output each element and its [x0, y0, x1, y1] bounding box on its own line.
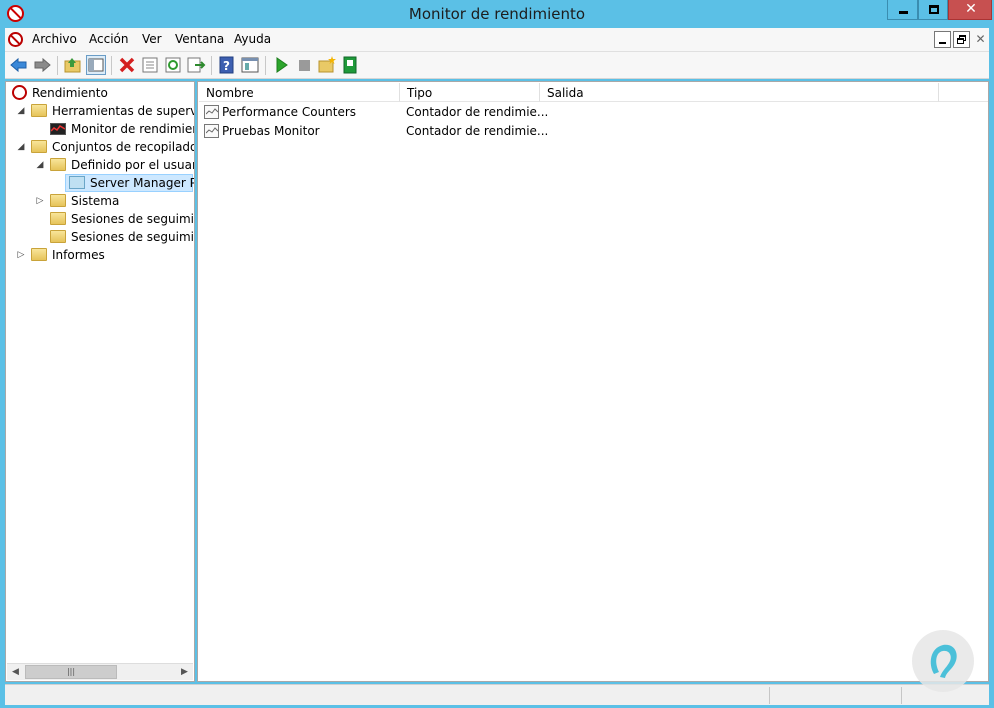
monitor-graph-icon — [50, 123, 66, 135]
svg-text:?: ? — [223, 59, 230, 73]
child-minimize-button[interactable] — [934, 31, 951, 48]
export-list-icon[interactable] — [186, 55, 206, 75]
menu-bar: Archivo Acción Ver Ventana Ayuda ✕ — [5, 28, 989, 52]
green-book-icon[interactable] — [340, 55, 360, 75]
folder-icon — [31, 140, 47, 153]
collapse-arrow-icon[interactable]: ◢ — [16, 102, 26, 120]
reports-folder-icon — [31, 248, 47, 261]
collapse-arrow-icon[interactable]: ◢ — [16, 138, 26, 156]
menu-archivo[interactable]: Archivo — [32, 32, 77, 46]
performance-icon — [12, 85, 27, 100]
scroll-thumb[interactable]: ||| — [25, 665, 117, 679]
horizontal-scrollbar[interactable]: ◀ ||| ▶ — [7, 663, 193, 680]
close-icon: ✕ — [965, 1, 977, 17]
status-bar — [5, 684, 989, 705]
stop-icon[interactable] — [294, 55, 314, 75]
trace-folder-icon — [50, 230, 66, 243]
collapse-arrow-icon[interactable]: ◢ — [35, 156, 45, 174]
tree-item-informes[interactable]: ▷ Informes — [9, 246, 194, 264]
folder-icon — [31, 104, 47, 117]
tree-item-sesiones-1[interactable]: Sesiones de seguimiento — [9, 210, 194, 228]
main-window: Monitor de rendimiento ✕ Archivo Acción … — [0, 0, 994, 708]
navigation-tree[interactable]: Rendimiento ◢ Herramientas de supervisió… — [5, 81, 195, 682]
column-header-nombre[interactable]: Nombre — [199, 83, 400, 102]
data-collector-icon — [204, 124, 219, 138]
new-collector-icon[interactable] — [317, 55, 337, 75]
minimize-icon — [939, 42, 946, 44]
row-name: Pruebas Monitor — [222, 124, 320, 138]
menu-ventana[interactable]: Ventana — [175, 32, 224, 46]
expand-arrow-icon[interactable]: ▷ — [16, 246, 26, 264]
view-pane-icon[interactable] — [240, 55, 260, 75]
delete-icon[interactable] — [117, 55, 137, 75]
row-name: Performance Counters — [222, 105, 357, 119]
tree-item-definido-usuario[interactable]: ◢ Definido por el usuario — [9, 156, 194, 174]
properties-icon[interactable] — [140, 55, 160, 75]
tree-item-sistema[interactable]: ▷ Sistema — [9, 192, 194, 210]
column-header-salida[interactable]: Salida — [540, 83, 939, 102]
row-type: Contador de rendimie... — [406, 124, 549, 138]
scroll-right-arrow-icon[interactable]: ▶ — [176, 664, 193, 680]
watermark-logo-icon — [912, 630, 974, 692]
menu-ayuda[interactable]: Ayuda — [234, 32, 271, 46]
close-button[interactable]: ✕ — [948, 0, 992, 20]
tree-item-server-manager[interactable]: Server Manager Performance — [9, 174, 194, 192]
column-header-empty — [939, 83, 988, 102]
menu-accion[interactable]: Acción — [89, 32, 128, 46]
tree-item-herramientas[interactable]: ◢ Herramientas de supervisión — [9, 102, 194, 120]
expand-arrow-icon[interactable]: ▷ — [35, 192, 45, 210]
menu-ver[interactable]: Ver — [142, 32, 162, 46]
list-item[interactable]: Performance Counters Contador de rendimi… — [199, 103, 987, 122]
toolbar: ? — [5, 52, 989, 79]
system-folder-icon — [50, 194, 66, 207]
list-item[interactable]: Pruebas Monitor Contador de rendimie... — [199, 122, 987, 141]
minimize-button[interactable] — [887, 0, 918, 20]
tree-item-conjuntos[interactable]: ◢ Conjuntos de recopiladores — [9, 138, 194, 156]
maximize-button[interactable] — [918, 0, 948, 20]
user-folder-icon — [50, 158, 66, 171]
window-title: Monitor de rendimiento — [408, 5, 586, 23]
tree-item-rendimiento[interactable]: Rendimiento — [9, 84, 194, 102]
up-folder-icon[interactable] — [63, 55, 83, 75]
tree-item-sesiones-2[interactable]: Sesiones de seguimiento — [9, 228, 194, 246]
system-menu-icon[interactable] — [8, 32, 23, 47]
help-icon[interactable]: ? — [217, 55, 237, 75]
start-play-icon[interactable] — [271, 55, 291, 75]
child-close-button[interactable]: ✕ — [972, 31, 989, 48]
minimize-icon — [899, 11, 908, 14]
title-bar[interactable]: Monitor de rendimiento ✕ — [0, 0, 994, 28]
tree-item-monitor[interactable]: Monitor de rendimiento — [9, 120, 194, 138]
collector-set-icon — [69, 176, 85, 189]
results-list[interactable]: Nombre Tipo Salida Performance Counters … — [197, 81, 989, 682]
row-type: Contador de rendimie... — [406, 105, 549, 119]
child-restore-button[interactable] — [953, 31, 970, 48]
scroll-left-arrow-icon[interactable]: ◀ — [7, 664, 24, 680]
show-hide-tree-icon[interactable] — [86, 55, 106, 75]
data-collector-icon — [204, 105, 219, 119]
forward-arrow-icon[interactable] — [32, 55, 52, 75]
maximize-icon — [929, 5, 939, 14]
trace-folder-icon — [50, 212, 66, 225]
back-arrow-icon[interactable] — [9, 55, 29, 75]
column-header-tipo[interactable]: Tipo — [400, 83, 540, 102]
refresh-icon[interactable] — [163, 55, 183, 75]
